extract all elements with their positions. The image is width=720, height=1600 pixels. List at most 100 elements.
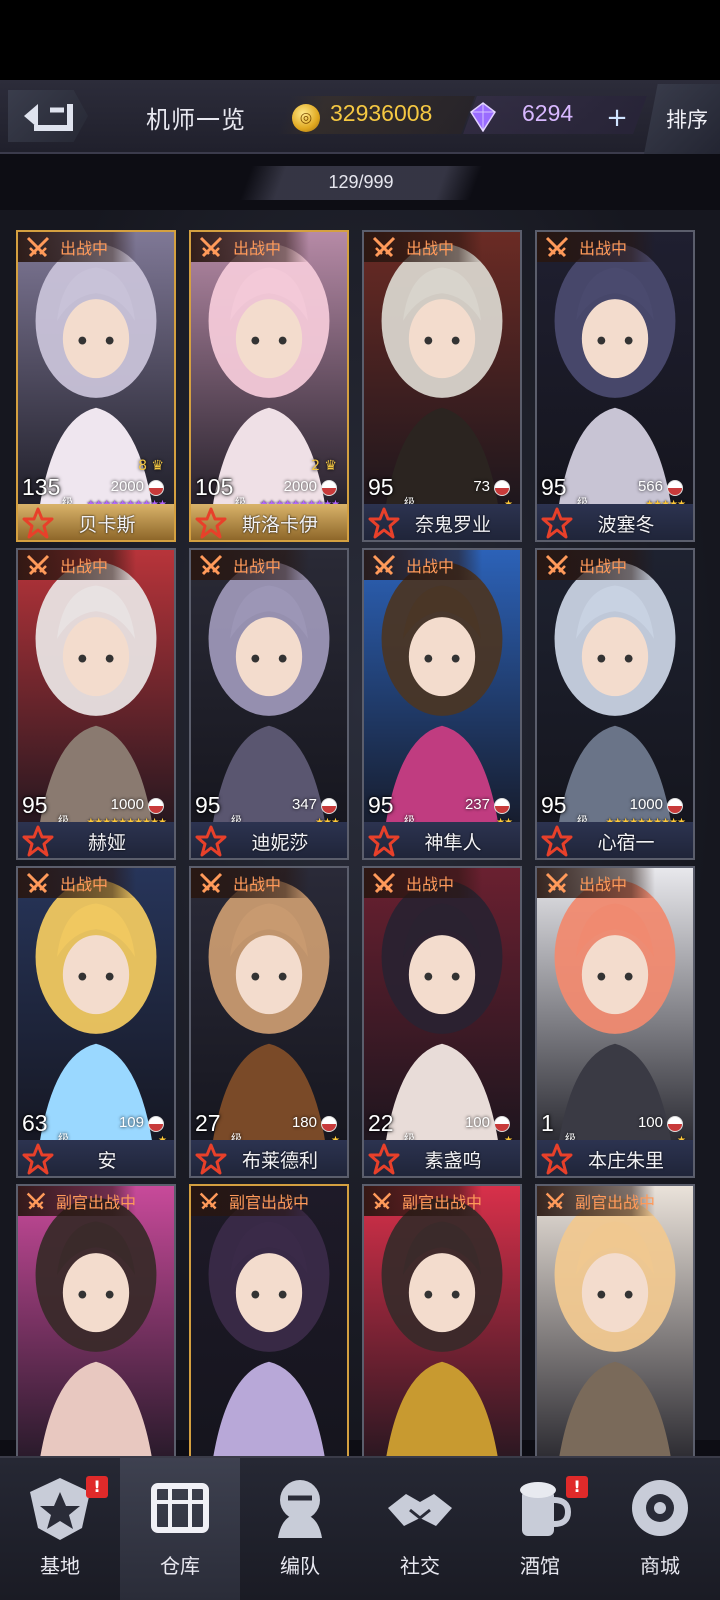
add-gems-button[interactable]: +	[604, 105, 630, 131]
crossed-swords-icon	[26, 554, 50, 576]
status-tag: 副官出战中	[364, 1186, 482, 1216]
favorite-star-icon[interactable]	[22, 825, 54, 857]
gold-coin-icon: ◎	[292, 104, 320, 132]
pilot-name: 安	[97, 1149, 117, 1172]
favorite-star-icon[interactable]	[195, 507, 227, 539]
crossed-swords-icon	[372, 1192, 392, 1210]
status-tag: 出战中	[537, 232, 655, 262]
pilot-exp: 1000	[629, 796, 663, 813]
exp-orb-icon	[494, 480, 510, 496]
pilot-exp: 2000	[283, 478, 317, 495]
pilot-card[interactable]: 出战中105级2 ♛2000★★★★★★★★★★斯洛卡伊	[189, 230, 349, 542]
pilot-card[interactable]: 出战中22级100★素盏呜	[362, 866, 522, 1178]
pilot-card[interactable]: 出战中95级237★★神隼人	[362, 548, 522, 860]
nav-item-base[interactable]: 基地!	[0, 1458, 120, 1600]
alert-badge: !	[86, 1476, 108, 1498]
name-bar: 奈鬼罗业	[364, 504, 520, 540]
pilot-exp: 109	[118, 1114, 144, 1131]
alert-badge: !	[566, 1476, 588, 1498]
status-tag: 出战中	[364, 232, 482, 262]
pilot-level: 1	[541, 1110, 554, 1136]
crossed-swords-icon	[545, 1192, 565, 1210]
status-label: 出战中	[579, 557, 628, 576]
favorite-star-icon[interactable]	[368, 507, 400, 539]
pilot-card[interactable]: 副官出战中	[189, 1184, 349, 1496]
favorite-star-icon[interactable]	[22, 1143, 54, 1175]
shop-icon	[632, 1480, 688, 1536]
favorite-star-icon[interactable]	[22, 507, 54, 539]
exp-orb-icon	[667, 480, 683, 496]
favorite-star-icon[interactable]	[195, 1143, 227, 1175]
sort-label: 排序	[666, 108, 708, 132]
favorite-star-icon[interactable]	[541, 1143, 573, 1175]
crossed-swords-icon	[26, 1192, 46, 1210]
pilot-card[interactable]: 副官出战中	[16, 1184, 176, 1496]
warehouse-icon	[151, 1483, 209, 1533]
nav-item-social[interactable]: 社交	[360, 1458, 480, 1600]
back-arrow-icon	[24, 104, 73, 131]
pilot-count: 129/999	[328, 172, 394, 192]
pilot-level: 63	[22, 1110, 48, 1136]
exp-orb-icon	[321, 480, 337, 496]
pilot-portrait	[364, 1186, 520, 1494]
pilot-card[interactable]: 出战中63级109★安	[16, 866, 176, 1178]
nav-item-warehouse[interactable]: 仓库	[120, 1458, 240, 1600]
crossed-swords-icon	[26, 236, 50, 258]
pilot-portrait	[191, 1186, 347, 1494]
crossed-swords-icon	[372, 554, 396, 576]
exp-orb-icon	[494, 1116, 510, 1132]
favorite-star-icon[interactable]	[541, 825, 573, 857]
gold-amount: 32936008	[330, 100, 433, 126]
pilot-exp: 100	[464, 1114, 490, 1131]
pilot-name: 神隼人	[424, 831, 482, 854]
favorite-star-icon[interactable]	[368, 825, 400, 857]
status-label: 出战中	[60, 557, 109, 576]
nav-label: 商城	[640, 1554, 680, 1578]
pilot-exp: 100	[637, 1114, 663, 1131]
name-bar: 赫娅	[18, 822, 174, 858]
page-title: 机师一览	[146, 106, 246, 134]
back-button[interactable]	[8, 90, 88, 142]
exp-orb-icon	[667, 1116, 683, 1132]
crossed-swords-icon	[199, 1192, 219, 1210]
pilot-exp: 1000	[110, 796, 144, 813]
pilot-card[interactable]: 出战中95级73★奈鬼罗业	[362, 230, 522, 542]
nav-item-shop[interactable]: 商城	[600, 1458, 720, 1600]
pilot-card[interactable]: 副官出战中	[535, 1184, 695, 1496]
exp-orb-icon	[148, 480, 164, 496]
pilot-card[interactable]: 出战中1级100★本庄朱里	[535, 866, 695, 1178]
pilot-card[interactable]: 出战中27级180★布莱德利	[189, 866, 349, 1178]
pilot-card[interactable]: 出战中95级1000★★★★★★★★★★心宿一	[535, 548, 695, 860]
crossed-swords-icon	[26, 872, 50, 894]
status-strip	[0, 0, 720, 80]
pilot-card[interactable]: 副官出战中	[362, 1184, 522, 1496]
pilot-card[interactable]: 出战中95级1000★★★★★★★★★★赫娅	[16, 548, 176, 860]
pilot-card[interactable]: 出战中95级566★★★★★波塞冬	[535, 230, 695, 542]
status-label: 出战中	[233, 557, 282, 576]
favorite-star-icon[interactable]	[195, 825, 227, 857]
crown-count: 2 ♛	[311, 458, 337, 474]
nav-item-formation[interactable]: 编队	[240, 1458, 360, 1600]
status-label: 出战中	[233, 239, 282, 258]
status-label: 副官出战中	[55, 1193, 136, 1212]
social-icon	[388, 1494, 452, 1526]
pilot-name: 赫娅	[87, 831, 126, 854]
name-bar: 斯洛卡伊	[191, 504, 347, 540]
pilot-name: 素盏呜	[424, 1149, 482, 1172]
favorite-star-icon[interactable]	[368, 1143, 400, 1175]
exp-orb-icon	[148, 798, 164, 814]
pilot-level: 95	[368, 474, 394, 500]
pilot-card[interactable]: 出战中135级8 ♛2000★★★★★★★★★★贝卡斯	[16, 230, 176, 542]
nav-item-tavern[interactable]: 酒馆!	[480, 1458, 600, 1600]
name-bar: 心宿一	[537, 822, 693, 858]
favorite-star-icon[interactable]	[541, 507, 573, 539]
status-tag: 出战中	[537, 550, 655, 580]
crossed-swords-icon	[545, 872, 569, 894]
exp-orb-icon	[321, 1116, 337, 1132]
pilot-name: 本庄朱里	[587, 1149, 664, 1172]
status-tag: 副官出战中	[537, 1186, 655, 1216]
status-tag: 出战中	[364, 550, 482, 580]
nav-label: 酒馆	[520, 1554, 560, 1578]
pilot-card[interactable]: 出战中95级347★★★迪妮莎	[189, 548, 349, 860]
crossed-swords-icon	[372, 872, 396, 894]
